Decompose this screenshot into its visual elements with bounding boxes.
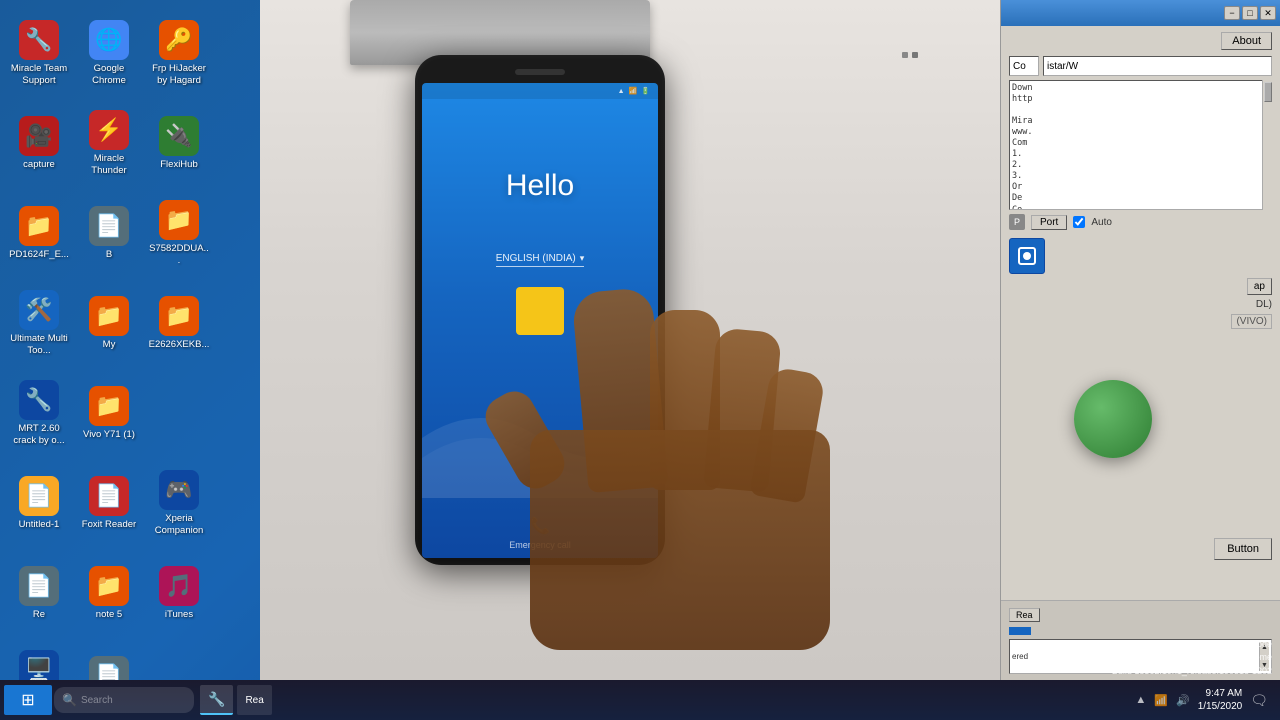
start-button[interactable]: ⊞ xyxy=(4,685,52,715)
green-cursor-indicator xyxy=(1074,380,1152,458)
icon-frp-hijacker[interactable]: 🔑 Frp HiJacker by Hagard xyxy=(144,8,214,98)
icon-mrt-260[interactable]: 🔧 MRT 2.60 crack by o... xyxy=(4,368,74,458)
icon-re[interactable]: 📄 Re xyxy=(4,548,74,638)
desktop-icons-area: 🔧 Miracle Team Support 🌐 Google Chrome 🔑… xyxy=(0,0,260,720)
auto-label: Auto xyxy=(1091,217,1112,228)
chevron-down-icon: ▾ xyxy=(580,253,585,264)
icon-flexihub[interactable]: 🔌 FlexiHub xyxy=(144,98,214,188)
icon-google-chrome[interactable]: 🌐 Google Chrome xyxy=(74,8,144,98)
status-indicator xyxy=(1009,627,1031,635)
rea-button[interactable]: Rea xyxy=(1009,608,1040,622)
main-action-button[interactable]: Button xyxy=(1214,538,1272,560)
taskbar: ⊞ 🔍 Search 🔧 Rea ▲ 📶 🔊 9:47 AM 1/15/2020… xyxy=(0,680,1280,720)
port-button[interactable]: Port xyxy=(1031,215,1067,230)
co-input[interactable] xyxy=(1009,56,1039,76)
icon-miracle-team-support[interactable]: 🔧 Miracle Team Support xyxy=(4,8,74,98)
right-panel: − □ ✕ About DownhttpMirawww.Com1.2.3.OrD… xyxy=(1000,0,1280,680)
icon-vivo-y71[interactable]: 📁 Vivo Y71 (1) xyxy=(74,368,144,458)
phone-language-selector[interactable]: ENGLISH (INDIA) ▾ xyxy=(496,253,585,267)
network-icon: 📶 xyxy=(1154,694,1168,707)
build-text: Build 18362.19h1_release.190318-1202 xyxy=(1112,665,1272,679)
taskbar-app-2[interactable]: Rea xyxy=(237,685,271,715)
auto-checkbox[interactable] xyxy=(1073,216,1085,228)
notification-icon[interactable]: 🗨 xyxy=(1250,692,1268,709)
icon-note5[interactable]: 📁 note 5 xyxy=(74,548,144,638)
windows-version-text: Windows 10 Home xyxy=(1112,651,1272,665)
icon-miracle-thunder[interactable]: ⚡ Miracle Thunder xyxy=(74,98,144,188)
table-screws xyxy=(900,50,940,70)
main-content-area: ▲ 📶 🔋 Hello xyxy=(260,0,1000,680)
system-clock[interactable]: 9:47 AM 1/15/2020 xyxy=(1198,687,1243,713)
taskbar-search[interactable]: 🔍 Search xyxy=(54,687,194,713)
taskbar-app-1[interactable]: 🔧 xyxy=(200,685,233,715)
icon-e2626xekb[interactable]: 📁 E2626XEKB... xyxy=(144,278,214,368)
panel-titlebar: − □ ✕ xyxy=(1001,0,1280,26)
icon-xperia-companion[interactable]: 🎮 Xperia Companion xyxy=(144,458,214,548)
status-text: ered xyxy=(1012,652,1028,661)
hand-overlay xyxy=(480,290,960,670)
ap-button[interactable]: ap xyxy=(1247,278,1272,295)
scroll-content: DownhttpMirawww.Com1.2.3.OrDeCoCRCFLoDed… xyxy=(1012,83,1269,210)
icon-itunes[interactable]: 🎵 iTunes xyxy=(144,548,214,638)
icon-foxit-reader[interactable]: 📄 Foxit Reader xyxy=(74,458,144,548)
small-text-1 xyxy=(1049,251,1272,261)
icon-ultimate-multi-tool[interactable]: 🛠️ Ultimate Multi Too... xyxy=(4,278,74,368)
about-button[interactable]: About xyxy=(1221,32,1272,50)
port-icon: P xyxy=(1009,214,1025,230)
corner-info: Test Mode Windows 10 Home Build 18362.19… xyxy=(1112,638,1272,679)
dl-text: DL) xyxy=(1256,299,1272,310)
istar-input[interactable] xyxy=(1043,56,1272,76)
phone-speaker xyxy=(515,69,565,75)
test-mode-text: Test Mode xyxy=(1112,638,1272,652)
icon-capture[interactable]: 🎥 capture xyxy=(4,98,74,188)
phone-language-text: ENGLISH (INDIA) xyxy=(496,253,576,264)
desktop: 🔧 Miracle Team Support 🌐 Google Chrome 🔑… xyxy=(0,0,1280,720)
vivo-dropdown[interactable]: (VIVO) xyxy=(1231,314,1272,329)
icon-b[interactable]: 📄 B xyxy=(74,188,144,278)
taskbar-icons: ▲ xyxy=(1135,694,1146,706)
phone-hello-text: Hello xyxy=(506,169,574,203)
search-icon: 🔍 xyxy=(62,693,77,707)
maximize-button[interactable]: □ xyxy=(1242,6,1258,20)
icon-untitled-1[interactable]: 📄 Untitled-1 xyxy=(4,458,74,548)
table-surface: ▲ 📶 🔋 Hello xyxy=(260,0,1000,680)
blue-icon-button[interactable] xyxy=(1009,238,1045,274)
volume-icon: 🔊 xyxy=(1176,694,1190,707)
icon-my[interactable]: 📁 My xyxy=(74,278,144,368)
scrollbar[interactable] xyxy=(1262,80,1272,210)
minimize-button[interactable]: − xyxy=(1224,6,1240,20)
icon-pd1624f[interactable]: 📁 PD1624F_E... xyxy=(4,188,74,278)
panel-scroll-area[interactable]: DownhttpMirawww.Com1.2.3.OrDeCoCRCFLoDed… xyxy=(1009,80,1272,210)
close-button[interactable]: ✕ xyxy=(1260,6,1276,20)
icon-s7582d[interactable]: 📁 S7582DDUA... xyxy=(144,188,214,278)
